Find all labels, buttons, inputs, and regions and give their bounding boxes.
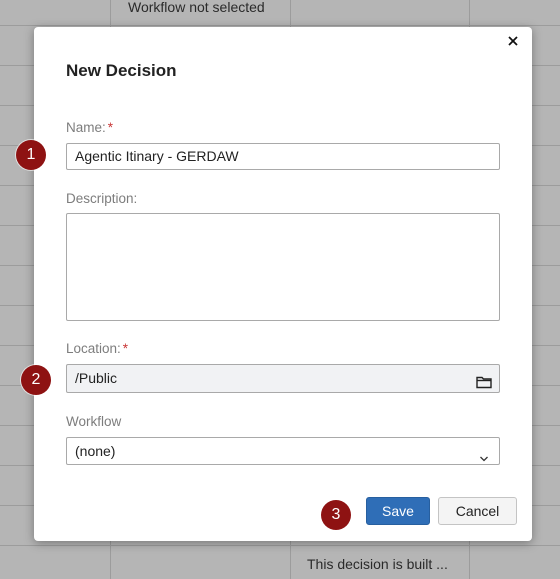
step-marker-3: 3 [321,500,351,530]
description-textarea[interactable] [66,213,500,321]
step-marker-1: 1 [16,140,46,170]
folder-icon[interactable] [476,371,492,389]
required-mark: * [107,120,114,135]
name-input[interactable]: Agentic Itinary - GERDAW [66,143,500,170]
name-label: Name: * [66,120,113,135]
chevron-down-icon [479,446,489,462]
new-decision-dialog: New Decision Name: * Agentic Itinary - GE… [34,27,532,541]
name-label-text: Name: [66,120,106,135]
workflow-select[interactable]: (none) [66,437,500,465]
name-input-value: Agentic Itinary - GERDAW [75,148,239,164]
workflow-selected-value: (none) [75,443,116,459]
cancel-button[interactable]: Cancel [438,497,517,525]
required-mark: * [122,341,129,356]
dialog-title: New Decision [66,61,177,80]
location-label: Location: * [66,341,128,356]
description-label: Description: [66,191,138,206]
step-marker-2: 2 [21,365,51,395]
location-input-value: /Public [75,370,118,386]
close-icon[interactable] [504,33,522,51]
workflow-label: Workflow [66,414,122,429]
save-button[interactable]: Save [366,497,430,525]
close-glyph [508,36,518,46]
location-label-text: Location: [66,341,121,356]
location-input[interactable]: /Public [66,364,500,393]
